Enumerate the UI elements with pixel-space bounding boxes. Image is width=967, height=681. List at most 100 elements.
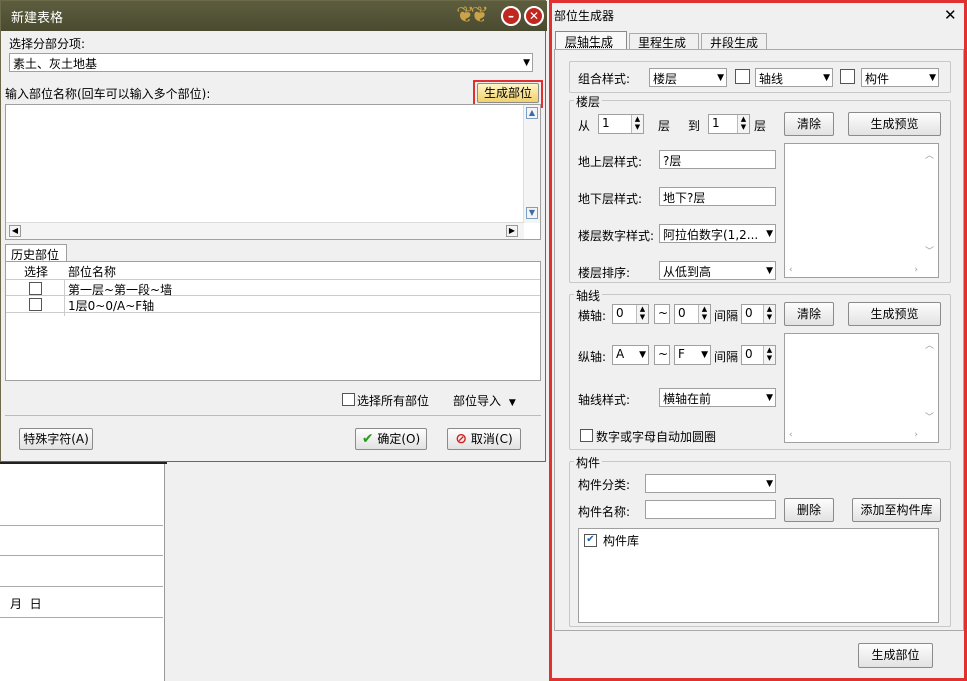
v-to-select[interactable]: F ▼ bbox=[674, 345, 711, 365]
h-interval-value: 0 bbox=[745, 306, 753, 320]
combo3-checkbox[interactable] bbox=[840, 69, 855, 84]
tab-well-section[interactable]: 井段生成 bbox=[701, 33, 767, 50]
library-root-label: 构件库 bbox=[603, 534, 640, 548]
chevron-down-icon: ▼ bbox=[508, 398, 516, 408]
ok-button[interactable]: ✔ 确定(O) bbox=[355, 428, 427, 450]
add-to-library-button[interactable]: 添加至构件库 bbox=[852, 498, 941, 522]
parts-import-label: 部位导入 bbox=[453, 394, 502, 408]
floor-order-select[interactable]: 从低到高 ▼ bbox=[659, 261, 776, 280]
h-interval-spinner[interactable]: 0 ▲ ▼ bbox=[741, 304, 776, 324]
scroll-down-icon[interactable]: ﹀ bbox=[925, 410, 934, 423]
above-style-input[interactable]: ?层 bbox=[659, 150, 776, 169]
floor-preview-button[interactable]: 生成预览 bbox=[848, 112, 941, 136]
chevron-down-icon: ▼ bbox=[701, 350, 708, 360]
close-button[interactable]: ✕ bbox=[524, 6, 544, 26]
parts-import-menu[interactable]: 部位导入 ▼ bbox=[453, 392, 516, 409]
scroll-down-icon[interactable]: ﹀ bbox=[925, 244, 934, 257]
to-floor-spinner[interactable]: 1 ▲ ▼ bbox=[708, 114, 750, 134]
table-row[interactable]: 第一层~第一段~墙 bbox=[6, 279, 540, 316]
tab-mileage[interactable]: 里程生成 bbox=[629, 33, 699, 50]
close-icon[interactable]: ✕ bbox=[944, 6, 957, 24]
axis-preview-list[interactable]: ︿ ﹀ ‹ › bbox=[784, 333, 939, 443]
scroll-right-icon[interactable]: › bbox=[914, 265, 918, 275]
h-axis-label: 横轴: bbox=[578, 309, 607, 323]
auto-circle-label: 数字或字母自动加圆圈 bbox=[596, 430, 717, 444]
chevron-down-icon: ▼ bbox=[523, 58, 530, 68]
component-library-tree[interactable]: ✔ 构件库 bbox=[578, 528, 939, 623]
chevron-down-icon: ▼ bbox=[717, 73, 724, 83]
v-interval-label: 间隔 bbox=[714, 350, 739, 364]
part-generator-dialog: 部位生成器 ✕ 层轴生成 里程生成 井段生成 组合样式: 楼层 ▼ 轴线 ▼ 构… bbox=[549, 0, 967, 681]
ok-label: 确定(O) bbox=[377, 432, 421, 446]
combo2-checkbox[interactable] bbox=[735, 69, 750, 84]
select-all-checkbox[interactable] bbox=[342, 393, 355, 406]
scroll-up-icon[interactable]: ▲ bbox=[526, 107, 538, 119]
scroll-right-icon[interactable]: ▶ bbox=[506, 225, 518, 237]
v-from-select[interactable]: A ▼ bbox=[612, 345, 649, 365]
v-to-value: F bbox=[678, 347, 685, 361]
scroll-left-icon[interactable]: ‹ bbox=[789, 265, 793, 275]
row-checkbox[interactable] bbox=[29, 282, 42, 295]
below-style-input[interactable]: 地下?层 bbox=[659, 187, 776, 206]
axis-preview-button[interactable]: 生成预览 bbox=[848, 302, 941, 326]
prohibit-icon: ⊘ bbox=[455, 431, 468, 447]
component-name-label: 构件名称: bbox=[578, 505, 631, 519]
h-from-spinner[interactable]: 0 ▲ ▼ bbox=[612, 304, 649, 324]
number-style-select[interactable]: 阿拉伯数字(1,2... ▼ bbox=[659, 224, 776, 243]
scroll-right-icon[interactable]: › bbox=[914, 430, 918, 440]
generate-parts-button[interactable]: 生成部位 bbox=[477, 83, 539, 103]
component-class-label: 构件分类: bbox=[578, 478, 631, 492]
tilde-label: ~ bbox=[654, 345, 670, 365]
component-class-select[interactable]: ▼ bbox=[645, 474, 776, 493]
table-row[interactable]: 1层0~0/A~F轴 bbox=[6, 296, 540, 313]
spin-arrows-icon[interactable]: ▲ ▼ bbox=[763, 346, 775, 364]
special-char-button[interactable]: 特殊字符(A) bbox=[19, 428, 93, 450]
floor-clear-button[interactable]: 清除 bbox=[784, 112, 834, 136]
subitem-select[interactable]: 素土、灰土地基 ▼ bbox=[9, 53, 533, 72]
generate-parts-bottom-button[interactable]: 生成部位 bbox=[858, 643, 933, 668]
axis-clear-button[interactable]: 清除 bbox=[784, 302, 834, 326]
scroll-up-icon[interactable]: ︿ bbox=[925, 338, 934, 351]
component-delete-button[interactable]: 删除 bbox=[784, 498, 834, 522]
floor-preview-list[interactable]: ︿ ﹀ ‹ › bbox=[784, 143, 939, 278]
textarea-hscroll[interactable]: ◀ ▶ bbox=[6, 222, 524, 239]
textarea-vscroll[interactable]: ▲ ▼ bbox=[523, 105, 540, 223]
component-name-input[interactable] bbox=[645, 500, 776, 519]
from-floor-spinner[interactable]: 1 ▲ ▼ bbox=[598, 114, 644, 134]
minimize-button[interactable]: – bbox=[501, 6, 521, 26]
sheet-rule bbox=[0, 525, 163, 526]
check-icon: ✔ bbox=[361, 431, 374, 447]
spin-arrows-icon[interactable]: ▲ ▼ bbox=[737, 115, 749, 133]
spin-arrows-icon[interactable]: ▲ ▼ bbox=[636, 305, 648, 323]
generator-title: 部位生成器 bbox=[554, 9, 615, 23]
h-to-spinner[interactable]: 0 ▲ ▼ bbox=[674, 304, 711, 324]
auto-circle-checkbox[interactable] bbox=[580, 429, 593, 442]
chevron-down-icon: ▼ bbox=[823, 73, 830, 83]
above-style-label: 地上层样式: bbox=[578, 155, 643, 169]
to-label: 到 bbox=[688, 119, 701, 133]
library-checkbox[interactable]: ✔ bbox=[584, 534, 597, 547]
axis-style-select[interactable]: 横轴在前 ▼ bbox=[659, 388, 776, 407]
from-label: 从 bbox=[578, 119, 591, 133]
scroll-left-icon[interactable]: ◀ bbox=[9, 225, 21, 237]
new-table-dialog: 新建表格 ❦❦ – ✕ 选择分部分项: 素土、灰土地基 ▼ 输入部位名称(回车可… bbox=[0, 0, 547, 462]
cancel-button[interactable]: ⊘ 取消(C) bbox=[447, 428, 521, 450]
scroll-down-icon[interactable]: ▼ bbox=[526, 207, 538, 219]
combo2-select[interactable]: 轴线 ▼ bbox=[755, 68, 833, 87]
floor-order-label: 楼层排序: bbox=[578, 266, 631, 280]
tab-layer-axis[interactable]: 层轴生成 bbox=[555, 31, 627, 50]
v-interval-spinner[interactable]: 0 ▲ ▼ bbox=[741, 345, 776, 365]
parts-textarea[interactable]: ▲ ▼ ◀ ▶ bbox=[5, 104, 541, 240]
chevron-down-icon: ▼ bbox=[766, 229, 773, 239]
combo1-select[interactable]: 楼层 ▼ bbox=[649, 68, 727, 87]
combo3-select[interactable]: 构件 ▼ bbox=[861, 68, 939, 87]
col-name-header: 部位名称 bbox=[68, 265, 117, 279]
scroll-up-icon[interactable]: ︿ bbox=[925, 148, 934, 161]
scroll-left-icon[interactable]: ‹ bbox=[789, 430, 793, 440]
combo3-value: 构件 bbox=[865, 72, 890, 86]
to-floor-value: 1 bbox=[712, 116, 720, 130]
spin-arrows-icon[interactable]: ▲ ▼ bbox=[763, 305, 775, 323]
spin-arrows-icon[interactable]: ▲ ▼ bbox=[631, 115, 643, 133]
spin-arrows-icon[interactable]: ▲ ▼ bbox=[698, 305, 710, 323]
row-checkbox[interactable] bbox=[29, 298, 42, 311]
